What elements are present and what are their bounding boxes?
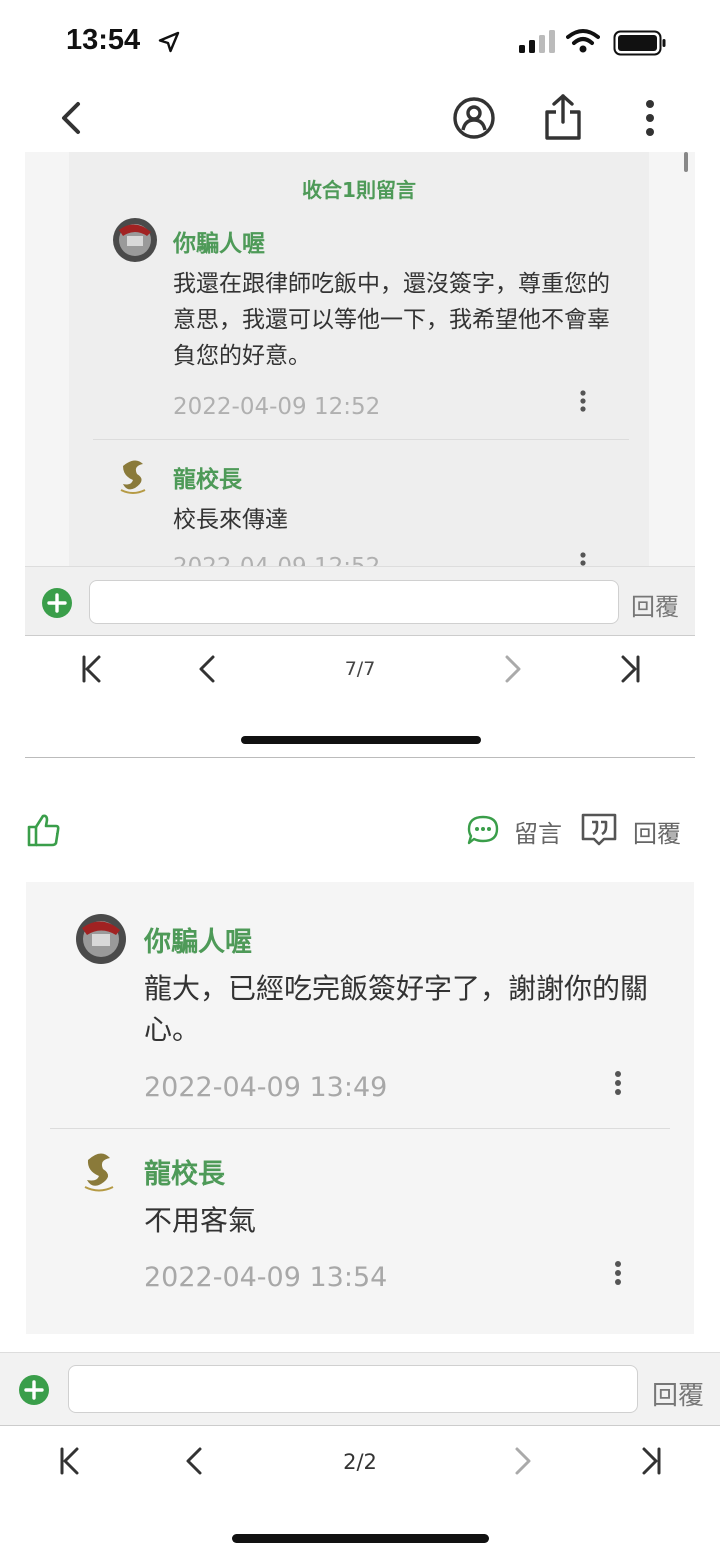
comment-button[interactable]: 留言 xyxy=(514,814,562,849)
screenshot-comment-panel: 收合1則留言 你騙人喔 我還在跟律師吃飯中，還沒簽字，尊重您的意思，我還可以等他… xyxy=(69,152,649,566)
embedded-screenshot: 收合1則留言 你騙人喔 我還在跟律師吃飯中，還沒簽字，尊重您的意思，我還可以等他… xyxy=(25,152,695,758)
status-bar: 13:54 xyxy=(0,0,720,88)
reply-input[interactable] xyxy=(68,1365,638,1413)
reply-action-button[interactable]: 回覆 xyxy=(633,814,681,849)
comment-author[interactable]: 你騙人喔 xyxy=(144,920,252,959)
comment-author[interactable]: 龍校長 xyxy=(173,460,242,494)
comment-text: 校長來傳達 xyxy=(173,507,288,533)
last-page-icon[interactable] xyxy=(636,1444,666,1478)
speech-bubble-icon[interactable] xyxy=(466,814,500,846)
cellular-signal-icon xyxy=(519,30,555,53)
comment-more-icon[interactable] xyxy=(611,1070,625,1098)
screenshot-pager: 7/7 xyxy=(25,636,695,758)
comment-more-icon[interactable] xyxy=(577,390,589,416)
comment-divider xyxy=(50,1128,670,1129)
dragon-avatar-image xyxy=(76,1146,126,1196)
plus-circle-icon[interactable] xyxy=(41,587,73,619)
chevron-left-icon[interactable] xyxy=(54,98,88,138)
avatar-image xyxy=(76,914,126,964)
location-arrow-icon xyxy=(158,31,180,53)
reply-button[interactable]: 回覆 xyxy=(652,1375,704,1412)
home-indicator xyxy=(232,1534,489,1543)
comment-text: 龍大，已經吃完飯簽好字了，謝謝你的關心。 xyxy=(144,972,649,1046)
comments-panel: 你騙人喔 龍大，已經吃完飯簽好字了，謝謝你的關心。 2022-04-09 13:… xyxy=(26,882,694,1334)
comment-text: 不用客氣 xyxy=(144,1204,257,1237)
next-page-icon[interactable] xyxy=(507,1444,537,1478)
plus-circle-icon[interactable] xyxy=(18,1374,50,1406)
comment-divider xyxy=(93,439,629,440)
page-indicator: 2/2 xyxy=(343,1450,377,1474)
collapse-comments-link[interactable]: 收合1則留言 xyxy=(69,174,649,203)
battery-icon xyxy=(613,30,666,56)
dragon-avatar-image xyxy=(113,454,157,498)
comment-author[interactable]: 你騙人喔 xyxy=(173,224,265,258)
reply-bar: 回覆 xyxy=(0,1352,720,1426)
home-indicator xyxy=(241,736,481,744)
pager: 2/2 xyxy=(0,1426,720,1557)
person-circle-icon[interactable] xyxy=(452,96,496,140)
screenshot-reply-bar: 回覆 xyxy=(25,566,695,636)
avatar xyxy=(113,454,157,498)
last-page-icon[interactable] xyxy=(615,652,645,686)
avatar-image xyxy=(113,218,157,262)
comment-time: 2022-04-09 13:54 xyxy=(144,1262,388,1293)
page-indicator: 7/7 xyxy=(344,658,376,680)
avatar xyxy=(76,914,126,964)
next-page-icon[interactable] xyxy=(497,652,527,686)
status-time: 13:54 xyxy=(66,24,141,56)
comment-more-icon[interactable] xyxy=(611,1260,625,1288)
nav-bar xyxy=(0,88,720,152)
quote-icon[interactable] xyxy=(580,812,618,846)
vertical-dots-icon[interactable] xyxy=(634,96,666,140)
screenshot-reply-button[interactable]: 回覆 xyxy=(631,587,679,622)
comment-author[interactable]: 龍校長 xyxy=(144,1152,225,1191)
screenshot-reply-input[interactable] xyxy=(89,580,619,624)
comment-text: 我還在跟律師吃飯中，還沒簽字，尊重您的意思，我還可以等他一下，我希望他不會辜負您… xyxy=(173,271,610,369)
scroll-indicator xyxy=(684,152,688,172)
comment-more-icon[interactable] xyxy=(577,552,589,566)
avatar xyxy=(113,218,157,262)
comment-time: 2022-04-09 12:52 xyxy=(173,554,380,566)
comment-time: 2022-04-09 12:52 xyxy=(173,394,381,420)
thumbs-up-icon[interactable] xyxy=(26,812,62,848)
comment-time: 2022-04-09 13:49 xyxy=(144,1072,388,1103)
avatar xyxy=(76,1146,126,1196)
share-icon[interactable] xyxy=(542,92,584,142)
wifi-icon xyxy=(566,29,600,53)
